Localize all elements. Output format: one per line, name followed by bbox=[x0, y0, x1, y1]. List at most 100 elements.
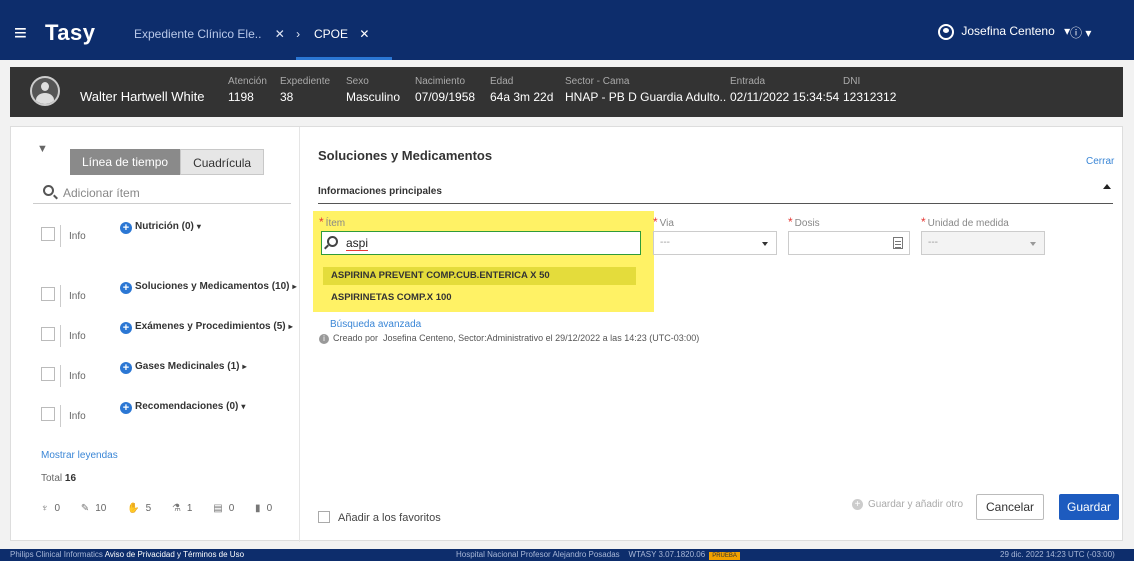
filter-icon[interactable]: ▼ bbox=[37, 143, 48, 155]
menu-icon[interactable]: ≡ bbox=[14, 22, 27, 44]
user-name: Josefina Centeno bbox=[961, 24, 1055, 39]
chevron-right-icon: ▸ bbox=[288, 322, 293, 331]
clipboard-icon: ▮ bbox=[255, 503, 261, 514]
add-icon: + bbox=[852, 499, 863, 510]
field-dni: DNI 12312312 bbox=[843, 76, 897, 104]
checkbox bbox=[318, 511, 330, 523]
add-icon: + bbox=[120, 282, 132, 294]
category-examenes[interactable]: + Exámenes y Procedimientos (5) ▸ bbox=[120, 321, 293, 334]
item-search-value: aspi bbox=[346, 236, 369, 251]
syringe-icon: ✎ bbox=[80, 503, 90, 514]
chevron-down-icon: ▾ bbox=[241, 402, 246, 411]
field-nacimiento: Nacimiento 07/09/1958 bbox=[415, 76, 476, 104]
other-count: ▮ 0 bbox=[255, 503, 273, 514]
created-info: i Creado por Josefina Centeno, Sector:Adm… bbox=[319, 333, 699, 344]
type-counts: ♆ 0 ✎ 10 ✋ 5 ⚗ 1 ▤ 0 ▮ 0 bbox=[41, 503, 290, 514]
chevron-down-icon bbox=[1030, 242, 1036, 246]
category-soluciones[interactable]: + Soluciones y Medicamentos (10) ▸ bbox=[120, 281, 297, 294]
info-menu-icon[interactable]: ⓘ ▾ bbox=[1070, 24, 1091, 41]
item-search-input[interactable]: aspi bbox=[321, 231, 641, 255]
active-tab-indicator bbox=[296, 57, 392, 60]
tab-expediente[interactable]: Expediente Clínico Ele.. ✕ › bbox=[134, 27, 300, 41]
item-label: * Ítem bbox=[319, 215, 346, 229]
checkbox[interactable] bbox=[41, 287, 55, 301]
cancel-button[interactable]: Cancelar bbox=[976, 494, 1044, 520]
dosis-input[interactable] bbox=[788, 231, 910, 255]
show-legends-link[interactable]: Mostrar leyendas bbox=[41, 450, 118, 461]
info-label: Info bbox=[60, 225, 86, 247]
close-icon[interactable]: ✕ bbox=[359, 27, 369, 41]
calculator-icon[interactable] bbox=[893, 237, 903, 249]
order-list-panel: ▼ Línea de tiempo Cuadrícula Adicionar í… bbox=[11, 127, 300, 542]
chevron-right-icon: ▸ bbox=[292, 282, 297, 291]
info-icon: i bbox=[319, 334, 329, 344]
field-atencion: Atención 1198 bbox=[228, 76, 267, 104]
total-count: Total 16 bbox=[41, 473, 77, 484]
search-icon bbox=[327, 236, 338, 247]
exam-count: ✋ 5 bbox=[127, 503, 152, 514]
category-recomendaciones[interactable]: + Recomendaciones (0) ▾ bbox=[120, 401, 245, 414]
unidad-label: * Unidad de medida bbox=[921, 215, 1009, 229]
view-timeline-button[interactable]: Línea de tiempo bbox=[70, 149, 181, 175]
dosis-label: * Dosis bbox=[788, 215, 820, 229]
add-icon: + bbox=[120, 322, 132, 334]
divider bbox=[318, 203, 1113, 204]
checkbox[interactable] bbox=[41, 327, 55, 341]
document-icon: ▤ bbox=[213, 503, 223, 514]
via-label: * Via bbox=[653, 215, 674, 229]
add-icon: + bbox=[120, 222, 132, 234]
app-brand: Tasy bbox=[45, 20, 96, 45]
checkbox[interactable] bbox=[41, 407, 55, 421]
info-label: Info bbox=[60, 365, 86, 387]
tab-cpoe[interactable]: CPOE ✕ bbox=[296, 27, 392, 60]
collapse-icon[interactable] bbox=[1103, 184, 1111, 189]
nutrition-count: ♆ 0 bbox=[41, 503, 61, 514]
checkbox[interactable] bbox=[41, 227, 55, 241]
tab-label: CPOE bbox=[314, 27, 349, 41]
save-and-add-button: + Guardar y añadir otro bbox=[852, 499, 963, 510]
field-edad: Edad 64a 3m 22d bbox=[490, 76, 554, 104]
view-grid-button[interactable]: Cuadrícula bbox=[180, 149, 265, 175]
add-item-search[interactable]: Adicionar ítem bbox=[33, 182, 291, 204]
via-select[interactable]: --- bbox=[653, 231, 777, 255]
suggestion-option[interactable]: ASPIRINA PREVENT COMP.CUB.ENTERICA X 50 bbox=[323, 267, 636, 285]
form-title: Soluciones y Medicamentos bbox=[318, 148, 493, 163]
category-gases[interactable]: + Gases Medicinales (1) ▸ bbox=[120, 361, 247, 374]
avatar bbox=[30, 76, 60, 106]
save-button[interactable]: Guardar bbox=[1059, 494, 1119, 520]
add-icon: + bbox=[120, 362, 132, 374]
patient-header: Walter Hartwell White Atención 1198 Exped… bbox=[10, 67, 1123, 117]
search-placeholder: Adicionar ítem bbox=[63, 186, 140, 200]
category-nutricion[interactable]: + Nutrición (0) ▾ bbox=[120, 221, 201, 234]
advanced-search-link[interactable]: Búsqueda avanzada bbox=[330, 319, 421, 330]
main-panel: ▼ Línea de tiempo Cuadrícula Adicionar í… bbox=[10, 126, 1123, 542]
add-favorites-checkbox[interactable]: Añadir a los favoritos bbox=[318, 511, 441, 524]
suggestion-option[interactable]: ASPIRINETAS COMP.X 100 bbox=[323, 289, 636, 307]
environment-badge: PRUEBA bbox=[709, 552, 740, 560]
unidad-select: --- bbox=[921, 231, 1045, 255]
user-menu[interactable]: Josefina Centeno ▾ bbox=[938, 24, 1070, 40]
field-sexo: Sexo Masculino bbox=[346, 76, 401, 104]
category-row: Info + Soluciones y Medicamentos (10) ▸ bbox=[33, 281, 297, 307]
privacy-link[interactable]: Aviso de Privacidad y Términos de Uso bbox=[105, 550, 244, 559]
field-entrada: Entrada 02/11/2022 15:34:54 bbox=[730, 76, 840, 104]
category-row: Info + Recomendaciones (0) ▾ bbox=[33, 401, 291, 427]
category-row: Info + Gases Medicinales (1) ▸ bbox=[33, 361, 291, 387]
tab-label: Expediente Clínico Ele.. bbox=[134, 27, 262, 41]
field-sector-cama: Sector - Cama HNAP - PB D Guardia Adulto.… bbox=[565, 76, 727, 104]
category-row: Info + Exámenes y Procedimientos (5) ▸ bbox=[33, 321, 293, 347]
fork-knife-icon: ♆ bbox=[41, 503, 49, 514]
add-icon: + bbox=[120, 402, 132, 414]
info-label: Info bbox=[60, 285, 86, 307]
close-link[interactable]: Cerrar bbox=[1086, 156, 1114, 167]
checkbox[interactable] bbox=[41, 367, 55, 381]
patient-name: Walter Hartwell White bbox=[80, 89, 205, 104]
recommendation-count: ▤ 0 bbox=[213, 503, 235, 514]
chevron-right-icon: ▸ bbox=[242, 362, 247, 371]
search-icon bbox=[43, 185, 54, 196]
chevron-down-icon: ▾ bbox=[196, 222, 201, 231]
close-icon[interactable]: ✕ bbox=[275, 27, 285, 41]
gas-count: ⚗ 1 bbox=[171, 503, 193, 514]
category-row: Info + Nutrición (0) ▾ bbox=[33, 221, 291, 247]
info-label: Info bbox=[60, 405, 86, 427]
